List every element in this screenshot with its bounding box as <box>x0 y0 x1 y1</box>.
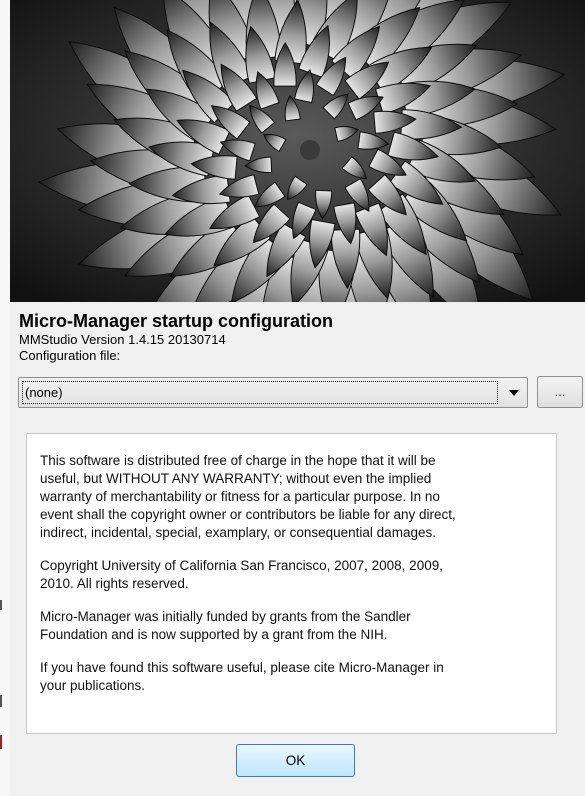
window-edge-marks <box>0 600 2 749</box>
version-text: MMStudio Version 1.4.15 20130714 <box>19 332 226 347</box>
config-file-label: Configuration file: <box>19 348 121 363</box>
plant-core <box>300 140 320 160</box>
browse-button[interactable]: ... <box>537 376 583 408</box>
config-file-dropdown[interactable]: (none) <box>18 377 528 408</box>
startup-dialog: Micro-Manager startup configuration MMSt… <box>0 0 585 796</box>
license-paragraph: Copyright University of California San F… <box>40 558 443 591</box>
ok-button[interactable]: OK <box>236 744 355 777</box>
license-paragraph: Micro-Manager was initially funded by gr… <box>40 609 411 642</box>
banner-image <box>10 0 585 302</box>
license-paragraph: This software is distributed free of cha… <box>40 453 456 540</box>
license-paragraph: If you have found this software useful, … <box>40 660 444 693</box>
dialog-title: Micro-Manager startup configuration <box>19 311 334 331</box>
chevron-down-icon[interactable] <box>501 378 527 407</box>
config-file-value: (none) <box>22 381 498 404</box>
license-text-panel: This software is distributed free of cha… <box>26 433 557 734</box>
